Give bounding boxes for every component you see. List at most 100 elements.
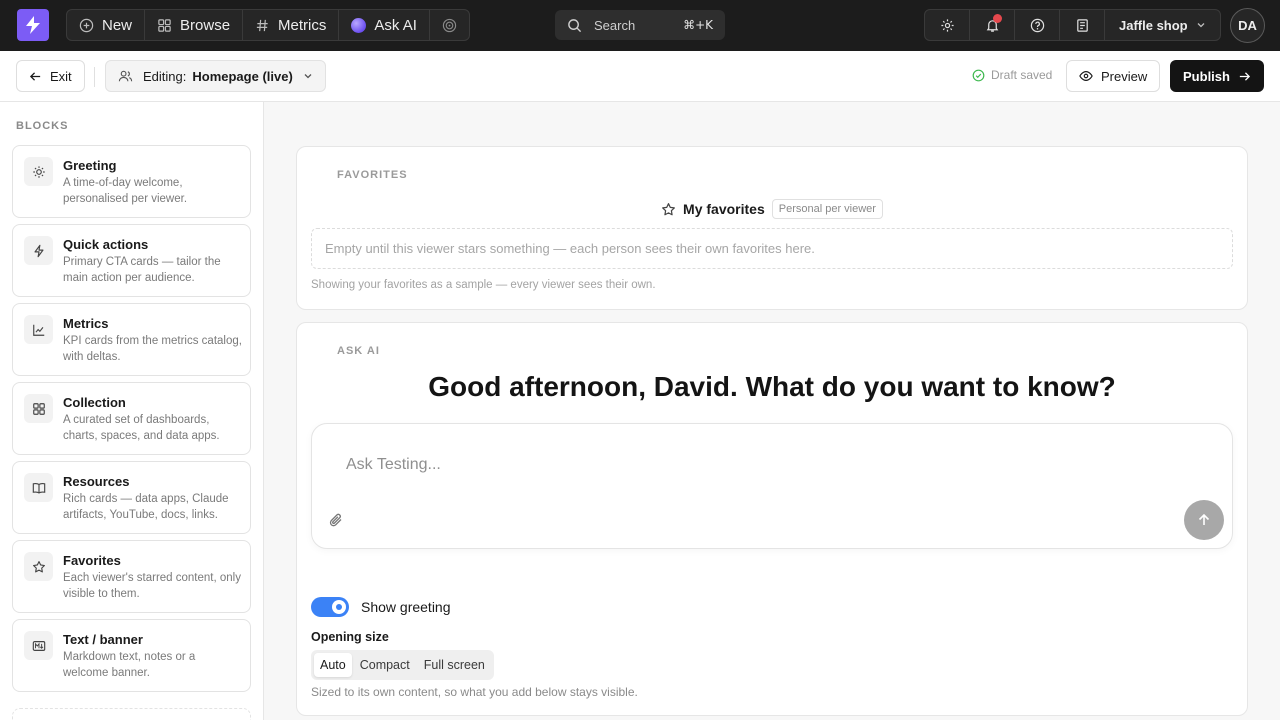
publish-label: Publish — [1183, 68, 1230, 84]
block-icon-box — [24, 473, 53, 502]
block-icon-box — [24, 315, 53, 344]
favorites-label: FAVORITES — [337, 169, 408, 181]
nav-browse-button[interactable]: Browse — [145, 10, 244, 40]
favorites-empty-state: Empty until this viewer stars something … — [311, 228, 1233, 269]
blocks-sidebar: BLOCKS Greeting A time-of-day welcome, p… — [0, 102, 264, 720]
ask-ai-label: ASK AI — [337, 345, 380, 357]
nav-ask-ai-button[interactable]: Ask AI — [339, 10, 430, 40]
help-button[interactable] — [1015, 10, 1060, 40]
ai-orb-icon — [351, 17, 367, 33]
hash-icon — [256, 19, 268, 31]
lightning-icon — [33, 244, 44, 257]
search-icon — [568, 18, 582, 32]
nav-ask-ai-label: Ask AI — [374, 16, 417, 34]
size-option-compact[interactable]: Compact — [354, 653, 416, 677]
editing-prefix: Editing: — [143, 68, 187, 84]
utility-nav: Jaffle shop — [924, 9, 1221, 41]
chart-icon — [32, 324, 44, 336]
block-title: Resources — [63, 474, 130, 489]
arrow-left-icon — [29, 71, 41, 81]
block-title: Greeting — [63, 158, 117, 173]
star-icon — [662, 202, 675, 215]
markdown-icon — [32, 640, 45, 651]
grid-icon — [32, 402, 45, 415]
gear-icon — [940, 18, 954, 32]
nav-metrics-label: Metrics — [278, 16, 327, 34]
help-circle-icon — [1030, 18, 1044, 32]
block-description: Each viewer's starred content, only visi… — [63, 572, 241, 600]
block-favorites[interactable]: Favorites Each viewer's starred content,… — [12, 540, 251, 613]
nav-browse-label: Browse — [180, 16, 231, 34]
search-label: Search — [594, 17, 636, 33]
block-resources[interactable]: Resources Rich cards — data apps, Claude… — [12, 461, 251, 534]
notification-dot — [993, 14, 1002, 23]
preview-button[interactable]: Preview — [1066, 60, 1161, 92]
sidebar-title: BLOCKS — [16, 120, 69, 132]
block-icon-box — [24, 394, 53, 423]
show-greeting-toggle[interactable] — [311, 597, 349, 617]
primary-nav: New Browse Metrics Ask AI — [66, 9, 470, 41]
toolbar-divider — [94, 67, 95, 87]
target-icon — [442, 18, 457, 32]
draft-status-label: Draft saved — [991, 68, 1053, 82]
notifications-button[interactable] — [970, 10, 1015, 40]
editing-target-dropdown[interactable]: Editing: Homepage (live) — [105, 60, 326, 92]
favorites-title: My favorites — [683, 201, 765, 217]
chevron-down-icon — [304, 74, 312, 79]
block-title: Collection — [63, 395, 126, 410]
size-option-full-screen[interactable]: Full screen — [418, 653, 491, 677]
block-icon-box — [24, 631, 53, 660]
workspace-switcher[interactable]: Jaffle shop — [1105, 10, 1220, 40]
arrow-right-icon — [1239, 71, 1251, 81]
block-description: A time-of-day welcome, personalised per … — [63, 177, 188, 205]
ask-ai-composer — [311, 423, 1233, 549]
send-button[interactable] — [1184, 500, 1224, 540]
nav-new-label: New — [102, 16, 133, 34]
nav-new-button[interactable]: New — [67, 10, 146, 40]
user-avatar[interactable]: DA — [1230, 8, 1265, 43]
preview-label: Preview — [1101, 68, 1148, 84]
docs-button[interactable] — [1060, 10, 1105, 40]
exit-button[interactable]: Exit — [16, 60, 85, 92]
workspace-name: Jaffle shop — [1119, 17, 1188, 33]
block-title: Favorites — [63, 553, 121, 568]
document-icon — [1076, 18, 1088, 32]
block-text-banner[interactable]: Text / banner Markdown text, notes or a … — [12, 619, 251, 692]
opening-size-note: Sized to its own content, so what you ad… — [311, 685, 638, 699]
block-partial[interactable] — [12, 708, 251, 720]
settings-button[interactable] — [925, 10, 970, 40]
size-option-auto[interactable]: Auto — [314, 653, 352, 677]
publish-button[interactable]: Publish — [1170, 60, 1264, 92]
app-logo[interactable] — [17, 9, 49, 41]
block-title: Metrics — [63, 316, 109, 331]
search-shortcut: ⌘+K — [683, 18, 713, 32]
nav-target-button[interactable] — [430, 10, 469, 40]
book-icon — [32, 482, 45, 494]
block-quick-actions[interactable]: Quick actions Primary CTA cards — tailor… — [12, 224, 251, 297]
block-metrics[interactable]: Metrics KPI cards from the metrics catal… — [12, 303, 251, 376]
editing-target: Homepage (live) — [192, 68, 293, 84]
favorites-header: My favorites Personal per viewer — [297, 199, 1247, 219]
editor-toolbar: Exit Editing: Homepage (live) Draft save… — [0, 51, 1280, 102]
ask-ai-section[interactable]: ASK AI Good afternoon, David. What do yo… — [296, 322, 1248, 716]
block-description: Rich cards — data apps, Claude artifacts… — [63, 493, 229, 521]
block-description: KPI cards from the metrics catalog, with… — [63, 335, 242, 363]
block-icon-box — [24, 236, 53, 265]
nav-metrics-button[interactable]: Metrics — [243, 10, 340, 40]
opening-size-label: Opening size — [311, 630, 389, 644]
show-greeting-label: Show greeting — [361, 599, 451, 615]
eye-icon — [1079, 71, 1093, 81]
grid-icon — [158, 18, 171, 32]
block-greeting[interactable]: Greeting A time-of-day welcome, personal… — [12, 145, 251, 218]
favorites-section[interactable]: FAVORITES My favorites Personal per view… — [296, 146, 1248, 310]
exit-label: Exit — [50, 68, 72, 84]
ask-input[interactable] — [346, 456, 1046, 474]
paperclip-icon[interactable] — [328, 512, 344, 528]
block-description: A curated set of dashboards, charts, spa… — [63, 414, 220, 442]
favorites-sample-note: Showing your favorites as a sample — eve… — [311, 279, 656, 291]
search-bar[interactable]: Search ⌘+K — [555, 10, 725, 40]
block-collection[interactable]: Collection A curated set of dashboards, … — [12, 382, 251, 455]
block-icon-box — [24, 157, 53, 186]
personal-badge: Personal per viewer — [771, 199, 883, 219]
users-icon — [118, 70, 133, 81]
